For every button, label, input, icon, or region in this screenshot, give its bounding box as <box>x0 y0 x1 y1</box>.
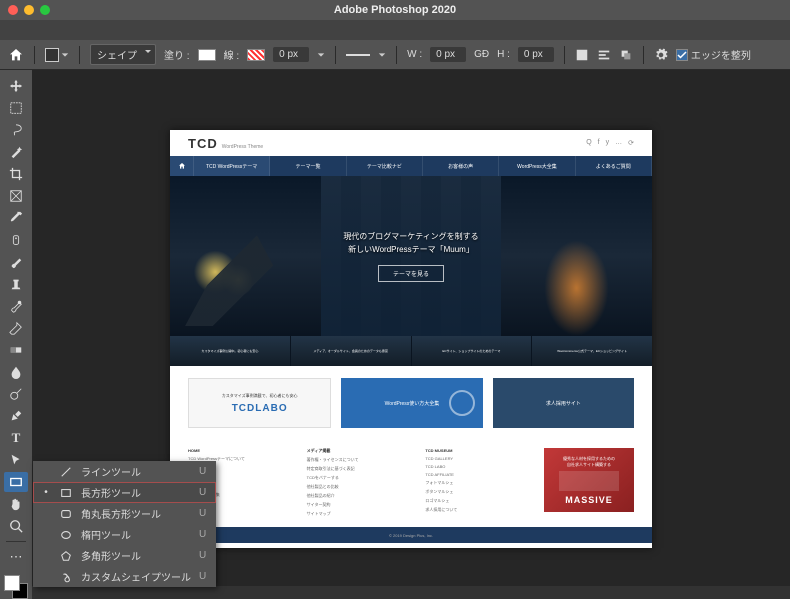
marquee-tool[interactable] <box>4 98 28 118</box>
ellipse-icon <box>59 528 73 542</box>
menu-item-shortcut: U <box>199 508 206 519</box>
gradient-tool[interactable] <box>4 340 28 360</box>
history-brush-tool[interactable] <box>4 296 28 316</box>
eyedropper-tool[interactable] <box>4 208 28 228</box>
options-bar: シェイプ 塗り : 線 : 0 px W : 0 px GĐ H : 0 px … <box>0 40 790 70</box>
healing-brush-tool[interactable] <box>4 230 28 250</box>
dodge-tool[interactable] <box>4 384 28 404</box>
menu-item-label: ラインツール <box>81 464 191 479</box>
lasso-tool[interactable] <box>4 120 28 140</box>
height-input[interactable]: 0 px <box>518 47 554 62</box>
chevron-down-icon[interactable] <box>378 51 386 59</box>
custom-icon <box>59 570 73 584</box>
magic-wand-tool[interactable] <box>4 142 28 162</box>
align-edges-checkbox[interactable]: エッジを整列 <box>676 47 751 62</box>
arrange-icon[interactable] <box>619 48 633 62</box>
rect-icon <box>59 486 73 500</box>
color-swatches[interactable] <box>4 575 28 599</box>
shape-menu-item[interactable]: 多角形ツール U <box>33 545 216 566</box>
fill-label: 塗り : <box>164 47 190 62</box>
window-titlebar: Adobe Photoshop 2020 <box>0 0 790 20</box>
zoom-tool[interactable] <box>4 516 28 536</box>
align-icon[interactable] <box>597 48 611 62</box>
frame-tool[interactable] <box>4 186 28 206</box>
shape-menu-item[interactable]: 楕円ツール U <box>33 524 216 545</box>
roundrect-icon <box>59 507 73 521</box>
menu-item-shortcut: U <box>199 571 206 582</box>
menu-item-label: 多角形ツール <box>81 548 191 563</box>
shape-menu-item[interactable]: カスタムシェイプツール U <box>33 566 216 587</box>
height-label: H : <box>497 49 510 60</box>
divider <box>6 541 26 542</box>
page-footer: HOMETCD WordPressテーマについてテーマ一覧テーマ比較ナビお客様の… <box>170 440 652 527</box>
type-tool[interactable]: T <box>4 428 28 448</box>
blur-tool[interactable] <box>4 362 28 382</box>
clone-stamp-tool[interactable] <box>4 274 28 294</box>
stroke-options-icon[interactable] <box>346 50 370 60</box>
hand-tool[interactable] <box>4 494 28 514</box>
link-wh[interactable]: GĐ <box>474 49 489 60</box>
menu-item-shortcut: U <box>199 487 206 498</box>
brush-tool[interactable] <box>4 252 28 272</box>
line-icon <box>59 465 73 479</box>
shape-menu-item[interactable]: • 長方形ツール U <box>33 482 216 503</box>
shape-tool-flyout: ラインツールU•長方形ツールU角丸長方形ツールU楕円ツールU多角形ツールUカスタ… <box>33 461 216 587</box>
shape-menu-item[interactable]: ラインツール U <box>33 461 216 482</box>
gear-icon[interactable] <box>654 48 668 62</box>
stroke-label: 線 : <box>224 47 240 62</box>
page-nav: TCD WordPressテーマ テーマ一覧 テーマ比較ナビ お客様の声 Wor… <box>170 156 652 176</box>
menu-item-label: 角丸長方形ツール <box>81 506 191 521</box>
fill-swatch[interactable] <box>198 49 216 61</box>
menu-item-label: 楕円ツール <box>81 527 191 542</box>
menu-item-label: カスタムシェイプツール <box>81 569 191 584</box>
width-input[interactable]: 0 px <box>430 47 466 62</box>
app-title: Adobe Photoshop 2020 <box>334 4 456 16</box>
stroke-width-input[interactable]: 0 px <box>273 47 309 62</box>
tools-panel: T ⋯ <box>0 70 32 599</box>
page-social-icons: Qfy…⟳ <box>586 139 634 147</box>
minimize-window-button[interactable] <box>24 5 34 15</box>
tool-preset-picker[interactable] <box>45 48 69 62</box>
width-label: W : <box>407 49 422 60</box>
menu-item-shortcut: U <box>199 466 206 477</box>
path-selection-tool[interactable] <box>4 450 28 470</box>
check-icon: • <box>41 487 51 498</box>
home-icon[interactable] <box>8 47 24 63</box>
crop-tool[interactable] <box>4 164 28 184</box>
traffic-lights <box>0 5 50 15</box>
rectangle-tool[interactable] <box>4 472 28 492</box>
page-logo: TCD <box>188 136 218 151</box>
page-hero: 現代のブログマーケティングを制する 新しいWordPressテーマ「Muum」 … <box>170 176 652 336</box>
polygon-icon <box>59 549 73 563</box>
menu-item-shortcut: U <box>199 529 206 540</box>
stroke-swatch[interactable] <box>247 49 265 61</box>
maximize-window-button[interactable] <box>40 5 50 15</box>
close-window-button[interactable] <box>8 5 18 15</box>
menu-item-label: 長方形ツール <box>81 485 191 500</box>
move-tool[interactable] <box>4 76 28 96</box>
shape-mode-select[interactable]: シェイプ <box>90 44 156 65</box>
document-content: TCDWordPress Theme Qfy…⟳ TCD WordPressテー… <box>170 130 652 548</box>
path-ops-icon[interactable] <box>575 48 589 62</box>
edit-toolbar[interactable]: ⋯ <box>4 547 28 567</box>
menu-bar <box>0 20 790 40</box>
menu-item-shortcut: U <box>199 550 206 561</box>
shape-menu-item[interactable]: 角丸長方形ツール U <box>33 503 216 524</box>
pen-tool[interactable] <box>4 406 28 426</box>
eraser-tool[interactable] <box>4 318 28 338</box>
chevron-down-icon[interactable] <box>317 51 325 59</box>
